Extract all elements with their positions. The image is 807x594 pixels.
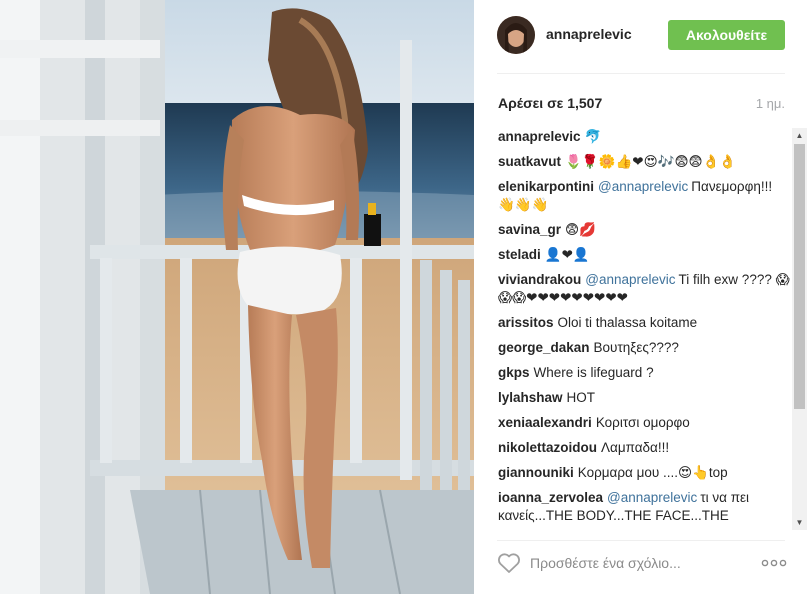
- comment-item: xeniaalexandri Κοριτσι ομορφο: [498, 414, 792, 432]
- comment-item: savina_gr 😨💋: [498, 221, 792, 239]
- comment-text: 👤❤👤: [544, 247, 590, 262]
- post-photo: [0, 0, 474, 594]
- comment-username[interactable]: steladi: [498, 247, 541, 262]
- comment-item: steladi 👤❤👤: [498, 246, 792, 264]
- scroll-up-arrow-icon[interactable]: ▲: [792, 128, 807, 143]
- comment-username[interactable]: xeniaalexandri: [498, 415, 592, 430]
- comment-item: george_dakan Βουτηξες????: [498, 339, 792, 357]
- comment-item: nikolettazoidou Λαμπαδα!!!: [498, 439, 792, 457]
- comment-scrollbar[interactable]: ▲ ▼: [792, 128, 807, 530]
- divider: [497, 540, 785, 541]
- comment-text: 🌷🌹🌼👍❤😍🎶😨😨👌👌: [565, 154, 737, 169]
- comment-username[interactable]: suatkavut: [498, 154, 561, 169]
- comment-text: HOT: [566, 390, 596, 405]
- comment-mention[interactable]: @annaprelevic: [607, 490, 697, 505]
- comment-text: 🐬: [584, 129, 602, 144]
- comment-item: elenikarpontini @annaprelevic Πανεμορφη!!!…: [498, 178, 792, 214]
- comment-username[interactable]: gkps: [498, 365, 530, 380]
- comment-username[interactable]: giannouniki: [498, 465, 574, 480]
- comment-username[interactable]: savina_gr: [498, 222, 561, 237]
- comment-text: Κορμαρα μου ....😍👆top: [577, 465, 728, 480]
- comment-item: annaprelevic 🐬: [498, 128, 792, 146]
- comment-list: annaprelevic 🐬 suatkavut 🌷🌹🌼👍❤😍🎶😨😨👌👌 elenika…: [498, 128, 792, 530]
- comment-username[interactable]: nikolettazoidou: [498, 440, 597, 455]
- likes-count[interactable]: Αρέσει σε 1,507: [498, 95, 602, 111]
- post-sidebar: annaprelevic Ακολουθείτε Αρέσει σε 1,507…: [474, 0, 807, 594]
- post-time[interactable]: 1 ημ.: [756, 96, 785, 111]
- comment-username[interactable]: lylahshaw: [498, 390, 563, 405]
- heart-icon[interactable]: [497, 552, 521, 574]
- comment-username[interactable]: viviandrakou: [498, 272, 581, 287]
- comment-item: giannouniki Κορμαρα μου ....😍👆top: [498, 464, 792, 482]
- divider: [497, 73, 785, 74]
- comment-text: Oloi ti thalassa koitame: [557, 315, 698, 330]
- post-header: annaprelevic Ακολουθείτε: [474, 0, 807, 72]
- comment-mention[interactable]: @annaprelevic: [585, 272, 675, 287]
- comment-input[interactable]: [530, 551, 730, 575]
- follow-button[interactable]: Ακολουθείτε: [668, 20, 785, 50]
- comment-item: ioanna_zervolea @annaprelevic τι να πει κα…: [498, 489, 792, 525]
- scroll-down-arrow-icon[interactable]: ▼: [792, 515, 807, 530]
- comment-text: Κοριτσι ομορφο: [595, 415, 690, 430]
- comment-item: viviandrakou @annaprelevic Ti filh exw ???…: [498, 271, 792, 307]
- avatar[interactable]: [497, 16, 535, 54]
- comment-item: suatkavut 🌷🌹🌼👍❤😍🎶😨😨👌👌: [498, 153, 792, 171]
- more-options-icon[interactable]: [761, 557, 787, 569]
- comment-username[interactable]: annaprelevic: [498, 129, 581, 144]
- comment-item: gkps Where is lifeguard ?: [498, 364, 792, 382]
- scroll-thumb[interactable]: [794, 144, 805, 409]
- comment-item: arissitos Oloi ti thalassa koitame: [498, 314, 792, 332]
- comment-text: 😨💋: [565, 222, 596, 237]
- username[interactable]: annaprelevic: [546, 26, 632, 42]
- comment-username[interactable]: elenikarpontini: [498, 179, 594, 194]
- comment-username[interactable]: ioanna_zervolea: [498, 490, 603, 505]
- comment-mention[interactable]: @annaprelevic: [598, 179, 688, 194]
- comment-text: Λαμπαδα!!!: [601, 440, 670, 455]
- comment-username[interactable]: arissitos: [498, 315, 554, 330]
- comment-item: lylahshaw HOT: [498, 389, 792, 407]
- comment-text: Where is lifeguard ?: [533, 365, 654, 380]
- comment-text: Βουτηξες????: [593, 340, 679, 355]
- comment-username[interactable]: george_dakan: [498, 340, 590, 355]
